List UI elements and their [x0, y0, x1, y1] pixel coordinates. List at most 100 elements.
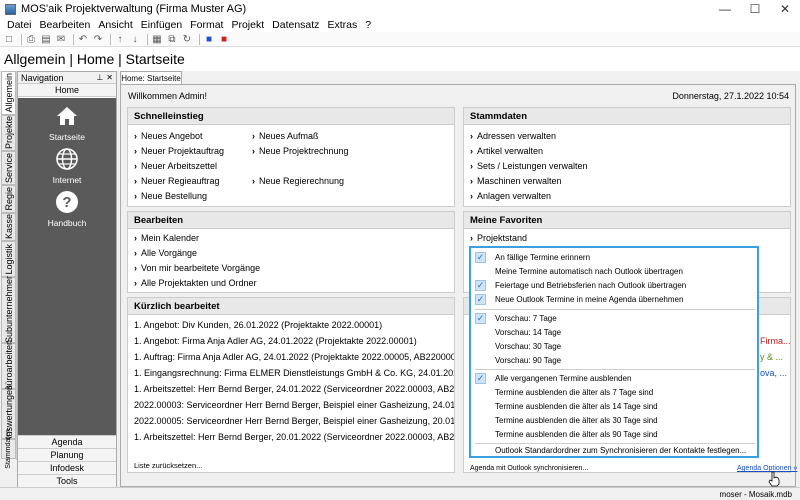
recent-item[interactable]: 1. Auftrag: Firma Anja Adler AG, 24.01.2…: [134, 352, 454, 362]
reset-list-link[interactable]: Liste zurücksetzen...: [134, 461, 202, 470]
link-artikel[interactable]: Artikel verwalten: [470, 146, 543, 156]
link-neuer-regieauftrag[interactable]: Neuer Regieauftrag: [134, 176, 220, 186]
svg-text:?: ?: [62, 194, 71, 211]
house-icon: [57, 107, 77, 125]
vtab-regie[interactable]: Regie: [1, 185, 16, 213]
option-termine-outlook[interactable]: Meine Termine automatisch nach Outlook ü…: [471, 265, 757, 278]
agenda-sync-link[interactable]: Agenda mit Outlook synchronisieren...: [470, 465, 588, 472]
menu-help[interactable]: ?: [361, 19, 375, 31]
status-text: moser - Mosaik.mdb: [719, 489, 792, 499]
option-ausblenden-30[interactable]: Termine ausblenden die älter als 30 Tage…: [471, 414, 757, 427]
menu-ansicht[interactable]: Ansicht: [94, 19, 136, 31]
recent-item[interactable]: 1. Eingangsrechnung: Firma ELMER Dienstl…: [134, 368, 454, 378]
vtab-subunternehmer[interactable]: Subunternehmer: [1, 276, 16, 344]
link-neue-regierechnung[interactable]: Neue Regierechnung: [252, 176, 344, 186]
menu-datei[interactable]: Datei: [3, 19, 36, 31]
option-outlook-uebernehmen[interactable]: ✓ Neue Outlook Termine in meine Agenda ü…: [471, 293, 757, 306]
minimize-button[interactable]: —: [710, 0, 740, 18]
link-adressen[interactable]: Adressen verwalten: [470, 131, 556, 141]
recent-item[interactable]: 1. Arbeitszettel: Herr Bernd Berger, 24.…: [134, 384, 454, 394]
menu-extras[interactable]: Extras: [323, 19, 361, 31]
menu-datensatz[interactable]: Datensatz: [268, 19, 323, 31]
nav-item-tools[interactable]: Tools: [18, 474, 116, 487]
tab-home-startseite[interactable]: Home: Startseite: [120, 71, 182, 84]
option-vorschau-30[interactable]: Vorschau: 30 Tage: [471, 340, 757, 353]
link-anlagen[interactable]: Anlagen verwalten: [470, 191, 551, 201]
option-vergangene-ausblenden[interactable]: ✓ Alle vergangenen Termine ausblenden: [471, 372, 757, 385]
vtab-projekte[interactable]: Projekte: [1, 115, 16, 151]
recent-item[interactable]: 1. Angebot: Div Kunden, 26.01.2022 (Proj…: [134, 320, 382, 330]
menu-format[interactable]: Format: [186, 19, 227, 31]
mail-icon[interactable]: ✉: [55, 33, 67, 45]
recent-item[interactable]: 1. Arbeitszettel: Herr Bernd Berger, 20.…: [134, 432, 454, 442]
option-vorschau-7[interactable]: ✓ Vorschau: 7 Tage: [471, 312, 757, 325]
option-ausblenden-14[interactable]: Termine ausblenden die älter als 14 Tage…: [471, 400, 757, 413]
option-ausblenden-7[interactable]: Termine ausblenden die älter als 7 Tage …: [471, 386, 757, 399]
vtab-kasse[interactable]: Kasse: [1, 213, 16, 241]
option-label: Neue Outlook Termine in meine Agenda übe…: [495, 295, 684, 304]
undo-icon[interactable]: ↶: [77, 33, 89, 45]
close-button[interactable]: ✕: [770, 0, 800, 18]
document-search-icon[interactable]: ▦: [151, 33, 163, 45]
link-neue-bestellung[interactable]: Neue Bestellung: [134, 191, 207, 201]
vtab-allgemein[interactable]: Allgemein: [1, 71, 16, 115]
recent-item[interactable]: 2022.00005: Serviceordner Herr Bernd Ber…: [134, 416, 454, 426]
user-blue-icon[interactable]: ■: [203, 33, 215, 45]
globe-icon: [56, 148, 78, 170]
redo-icon[interactable]: ↷: [92, 33, 104, 45]
user-red-icon[interactable]: ■: [218, 33, 230, 45]
option-outlook-standardordner[interactable]: Outlook Standardordner zum Synchronisier…: [471, 444, 757, 457]
arrow-down-icon[interactable]: ↓: [129, 33, 141, 45]
link-projektakten[interactable]: Alle Projektakten und Ordner: [134, 278, 257, 288]
arrow-up-icon[interactable]: ↑: [114, 33, 126, 45]
nav-tile-handbuch[interactable]: ? Handbuch: [18, 184, 116, 244]
nav-item-infodesk[interactable]: Infodesk: [18, 461, 116, 474]
vtab-stammdaten[interactable]: Stammdaten: [1, 429, 16, 469]
agenda-entry-fragment[interactable]: ova, ...: [760, 368, 787, 378]
option-vorschau-14[interactable]: Vorschau: 14 Tage: [471, 326, 757, 339]
link-neuer-arbeitszettel[interactable]: Neuer Arbeitszettel: [134, 161, 217, 171]
vtab-bueroarbeiten[interactable]: Büroarbeiten: [1, 340, 16, 392]
nav-item-planung[interactable]: Planung: [18, 448, 116, 461]
option-vorschau-90[interactable]: Vorschau: 90 Tage: [471, 354, 757, 367]
card-title: Stammdaten: [464, 108, 790, 125]
agenda-options-popup: ✓ An fällige Termine erinnern Meine Term…: [469, 246, 759, 458]
pin-icon[interactable]: ⊥: [96, 73, 103, 82]
nav-home-header[interactable]: Home: [18, 84, 116, 97]
print-icon[interactable]: ⎙: [25, 33, 37, 45]
checkbox-empty: [475, 415, 486, 426]
card-stammdaten: Stammdaten Adressen verwalten Artikel ve…: [463, 107, 791, 207]
refresh-icon[interactable]: ↻: [181, 33, 193, 45]
link-neuer-projektauftrag[interactable]: Neuer Projektauftrag: [134, 146, 224, 156]
link-neues-angebot[interactable]: Neues Angebot: [134, 131, 203, 141]
recent-item[interactable]: 1. Angebot: Firma Anja Adler AG, 24.01.2…: [134, 336, 417, 346]
copy-icon[interactable]: ⧉: [166, 33, 178, 45]
close-panel-icon[interactable]: ✕: [106, 73, 113, 82]
new-document-icon[interactable]: □: [3, 33, 15, 45]
menu-einfuegen[interactable]: Einfügen: [137, 19, 186, 31]
maximize-button[interactable]: ☐: [740, 0, 770, 18]
option-faellige-termine[interactable]: ✓ An fällige Termine erinnern: [471, 251, 757, 264]
checkmark-icon: ✓: [475, 313, 486, 324]
agenda-entry-fragment[interactable]: y & ...: [760, 352, 783, 362]
menu-projekt[interactable]: Projekt: [227, 19, 268, 31]
link-mein-kalender[interactable]: Mein Kalender: [134, 233, 199, 243]
option-feiertage-outlook[interactable]: ✓ Feiertage und Betriebsferien nach Outl…: [471, 279, 757, 292]
menu-bearbeiten[interactable]: Bearbeiten: [36, 19, 95, 31]
link-meine-vorgaenge[interactable]: Von mir bearbeitete Vorgänge: [134, 263, 260, 273]
link-neues-aufmass[interactable]: Neues Aufmaß: [252, 131, 319, 141]
card-title: Schnelleinstieg: [128, 108, 454, 125]
agenda-entry-fragment[interactable]: Firma...: [760, 336, 790, 346]
recent-item[interactable]: 2022.00003: Serviceordner Herr Bernd Ber…: [134, 400, 454, 410]
card-title: Meine Favoriten: [464, 212, 790, 229]
vtab-logistik[interactable]: Logistik: [1, 241, 16, 277]
link-maschinen[interactable]: Maschinen verwalten: [470, 176, 562, 186]
link-alle-vorgaenge[interactable]: Alle Vorgänge: [134, 248, 197, 258]
option-ausblenden-90[interactable]: Termine ausblenden die älter als 90 Tage…: [471, 428, 757, 441]
link-projektstand[interactable]: Projektstand: [470, 233, 527, 243]
nav-item-agenda[interactable]: Agenda: [18, 435, 116, 448]
vtab-service[interactable]: Service: [1, 151, 16, 185]
link-sets-leistungen[interactable]: Sets / Leistungen verwalten: [470, 161, 588, 171]
print-preview-icon[interactable]: ▤: [40, 33, 52, 45]
link-neue-projektrechnung[interactable]: Neue Projektrechnung: [252, 146, 349, 156]
